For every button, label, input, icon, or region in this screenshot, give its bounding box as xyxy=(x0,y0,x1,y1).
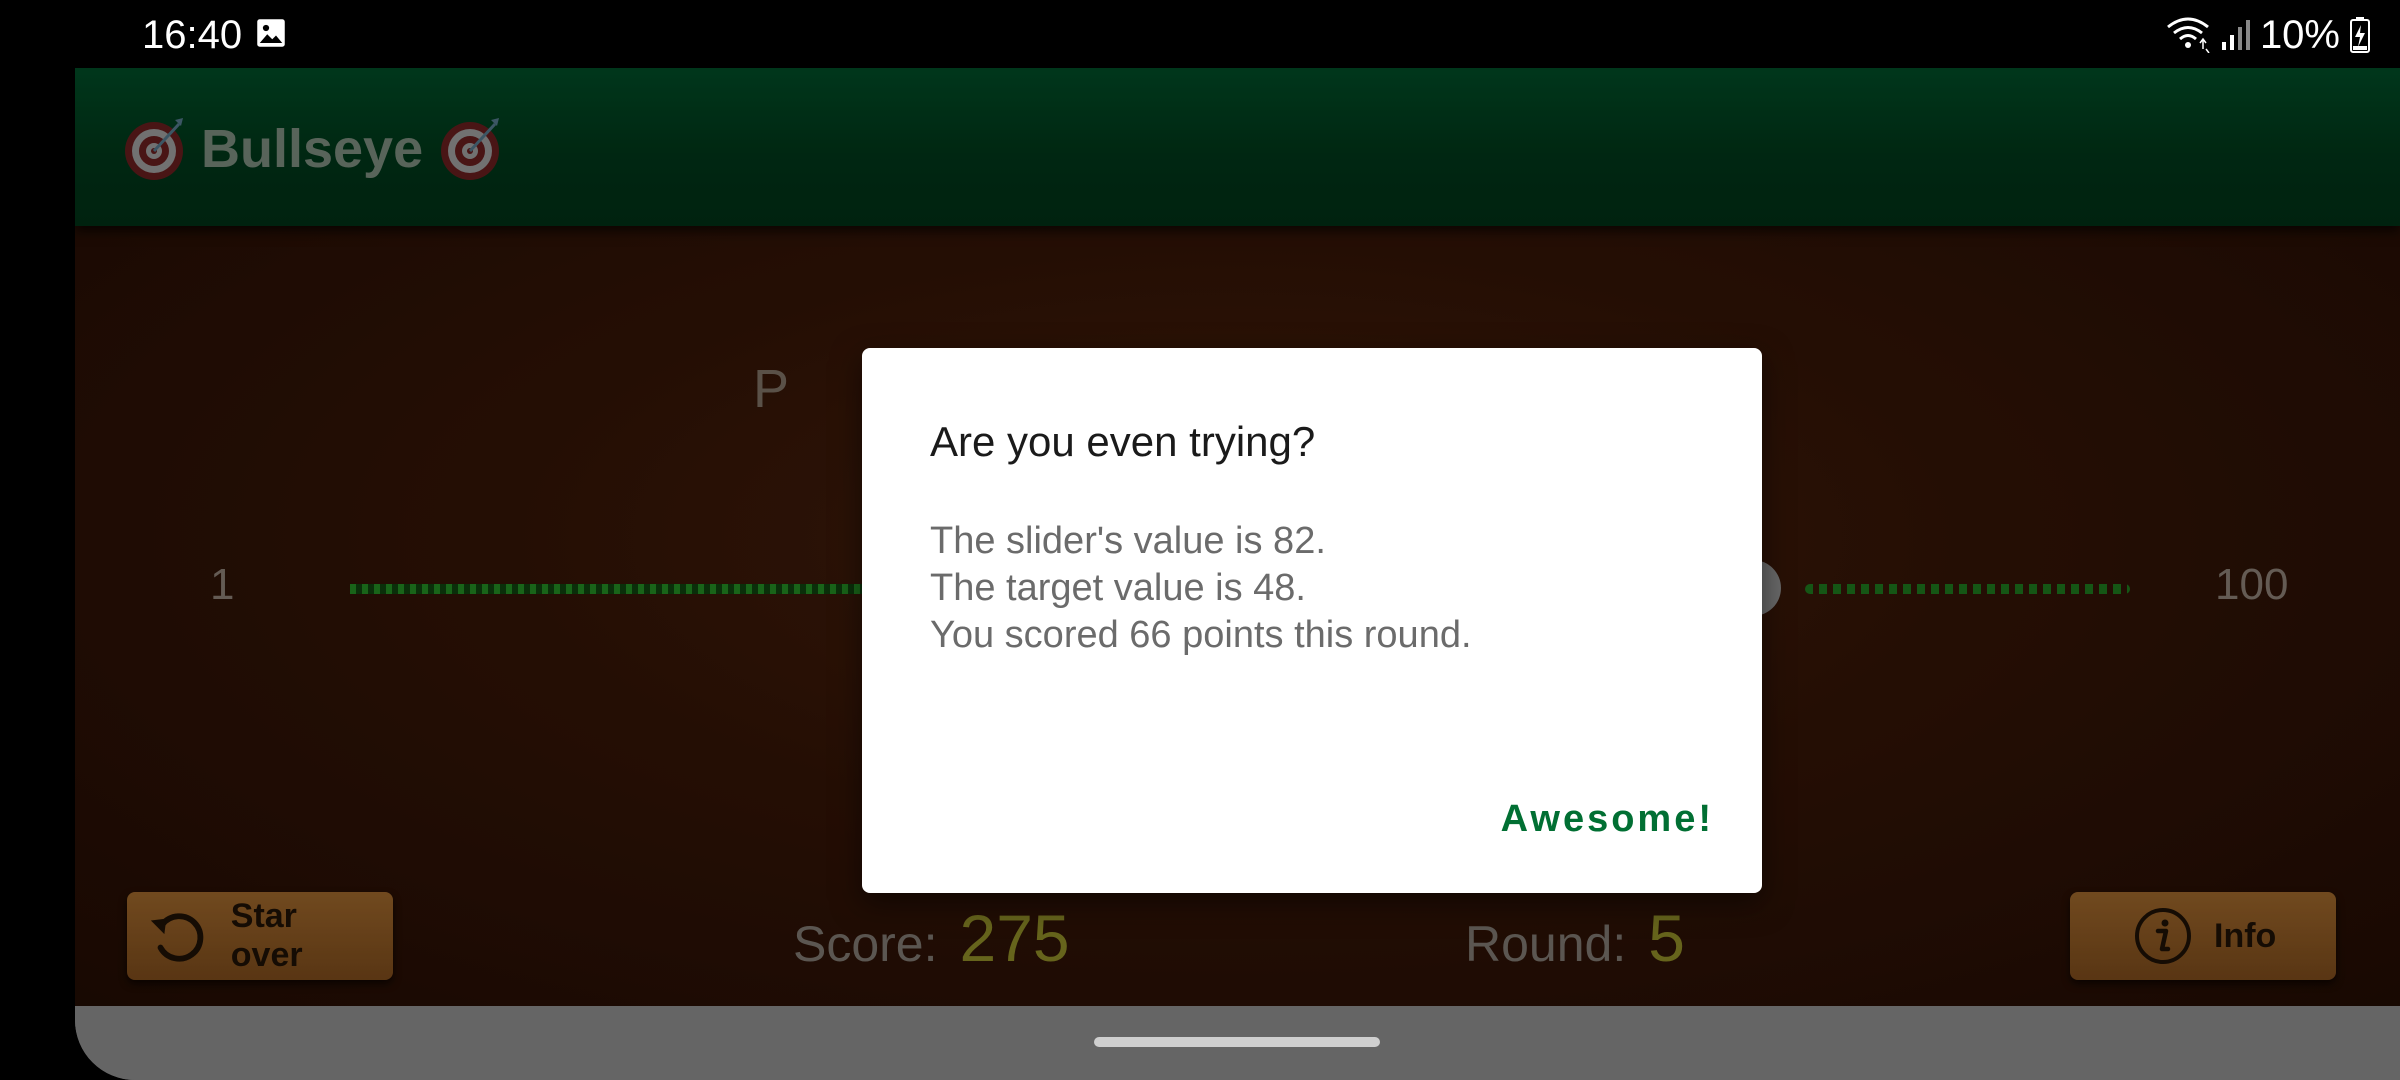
status-bar: 16:40 10% xyxy=(0,0,2400,68)
dialog-message: The slider's value is 82. The target val… xyxy=(930,518,1472,659)
dialog-title: Are you even trying? xyxy=(930,418,1316,465)
navigation-bar xyxy=(75,1006,2400,1080)
awesome-button[interactable]: Awesome! xyxy=(1501,798,1714,841)
status-right: 10% xyxy=(2166,10,2370,60)
dialog-line-slider-value: The slider's value is 82. xyxy=(930,520,1326,562)
battery-percent: 10% xyxy=(2259,12,2340,57)
signal-icon xyxy=(2221,20,2250,50)
result-dialog: Are you even trying? The slider's value … xyxy=(862,348,1762,893)
app-window: Bullseye P 8 1 100 Star over Score: 275 xyxy=(75,68,2400,1080)
image-icon xyxy=(257,19,285,47)
dialog-line-points: You scored 66 points this round. xyxy=(930,614,1472,656)
dialog-line-target-value: The target value is 48. xyxy=(930,567,1306,609)
home-handle[interactable] xyxy=(1094,1037,1380,1047)
battery-charging-icon xyxy=(2350,17,2370,53)
wifi-icon xyxy=(2167,17,2210,53)
status-time: 16:40 xyxy=(142,13,243,57)
